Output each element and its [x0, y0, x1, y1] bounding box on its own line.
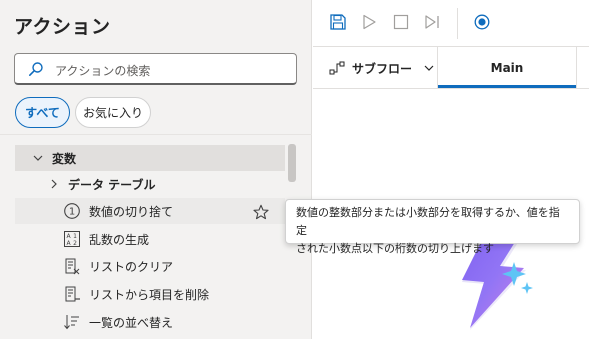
svg-text:1: 1	[73, 233, 77, 240]
tab-divider	[576, 47, 577, 89]
tree-item-remove-from-list[interactable]: リストから項目を削除	[15, 281, 285, 307]
search-input[interactable]: アクションの検索	[14, 53, 297, 85]
subflows-label: サブフロー	[352, 61, 413, 76]
sort-list-icon	[63, 313, 81, 331]
save-icon[interactable]	[329, 13, 347, 31]
subflow-tab-bar: サブフロー Main	[313, 47, 589, 89]
tooltip-line: された小数点以下の桁数の切り上げます	[296, 242, 494, 255]
action-tooltip: 数値の整数部分または小数部分を取得するか、値を指定 された小数点以下の桁数の切り…	[285, 199, 580, 255]
tree-item-sort-list[interactable]: 一覧の並べ替え	[15, 309, 285, 335]
actions-panel: アクション アクションの検索 すべて お気に入り 変数 データ テーブル 1 数…	[0, 0, 312, 339]
tree-item-label: 数値の切り捨て	[89, 204, 174, 219]
divider	[0, 134, 312, 135]
panel-title: アクション	[14, 16, 111, 38]
list-remove-icon	[63, 285, 81, 303]
search-icon	[28, 62, 43, 76]
tree-item-truncate-number[interactable]: 1 数値の切り捨て	[15, 198, 285, 224]
svg-text:2: 2	[73, 240, 77, 247]
stop-icon[interactable]	[392, 13, 410, 31]
step-forward-icon[interactable]	[423, 13, 441, 31]
tree-item-label: 一覧の並べ替え	[89, 315, 174, 330]
tree-item-generate-random[interactable]: A 1 A 2 乱数の生成	[15, 226, 285, 252]
svg-text:1: 1	[69, 207, 75, 218]
tree-subcategory-label: データ テーブル	[68, 177, 156, 192]
filter-all-pill[interactable]: すべて	[15, 97, 70, 128]
tree-item-label: リストのクリア	[89, 259, 174, 274]
star-icon[interactable]	[253, 204, 269, 220]
tree-category-variables[interactable]: 変数	[15, 145, 285, 171]
subflows-dropdown[interactable]: サブフロー	[313, 47, 437, 89]
run-icon[interactable]	[360, 13, 378, 31]
search-placeholder: アクションの検索	[55, 64, 151, 78]
designer-toolbar	[313, 0, 589, 47]
active-tab-indicator	[438, 85, 576, 88]
tree-subcategory-datatable[interactable]: データ テーブル	[15, 171, 285, 197]
svg-text:A: A	[66, 240, 71, 247]
chevron-down-icon	[424, 65, 434, 71]
record-icon[interactable]	[473, 13, 491, 31]
list-clear-icon	[63, 257, 81, 275]
tree-item-clear-list[interactable]: リストのクリア	[15, 253, 285, 279]
chevron-down-icon	[33, 155, 43, 161]
filter-favorites-pill[interactable]: お気に入り	[75, 97, 151, 128]
tree-category-label: 変数	[52, 151, 77, 166]
tooltip-line: 数値の整数部分または小数部分を取得するか、値を指定	[296, 206, 560, 237]
toolbar-divider	[457, 8, 458, 39]
tab-main[interactable]: Main	[438, 47, 576, 89]
scrollbar-thumb[interactable]	[288, 144, 296, 182]
number-circle-icon: 1	[63, 202, 81, 220]
subflow-icon	[329, 61, 345, 75]
tree-item-label: リストから項目を削除	[89, 287, 210, 302]
svg-text:A: A	[66, 233, 71, 240]
chevron-right-icon	[51, 179, 57, 189]
tree-item-label: 乱数の生成	[89, 232, 150, 247]
random-grid-icon: A 1 A 2	[63, 230, 81, 248]
